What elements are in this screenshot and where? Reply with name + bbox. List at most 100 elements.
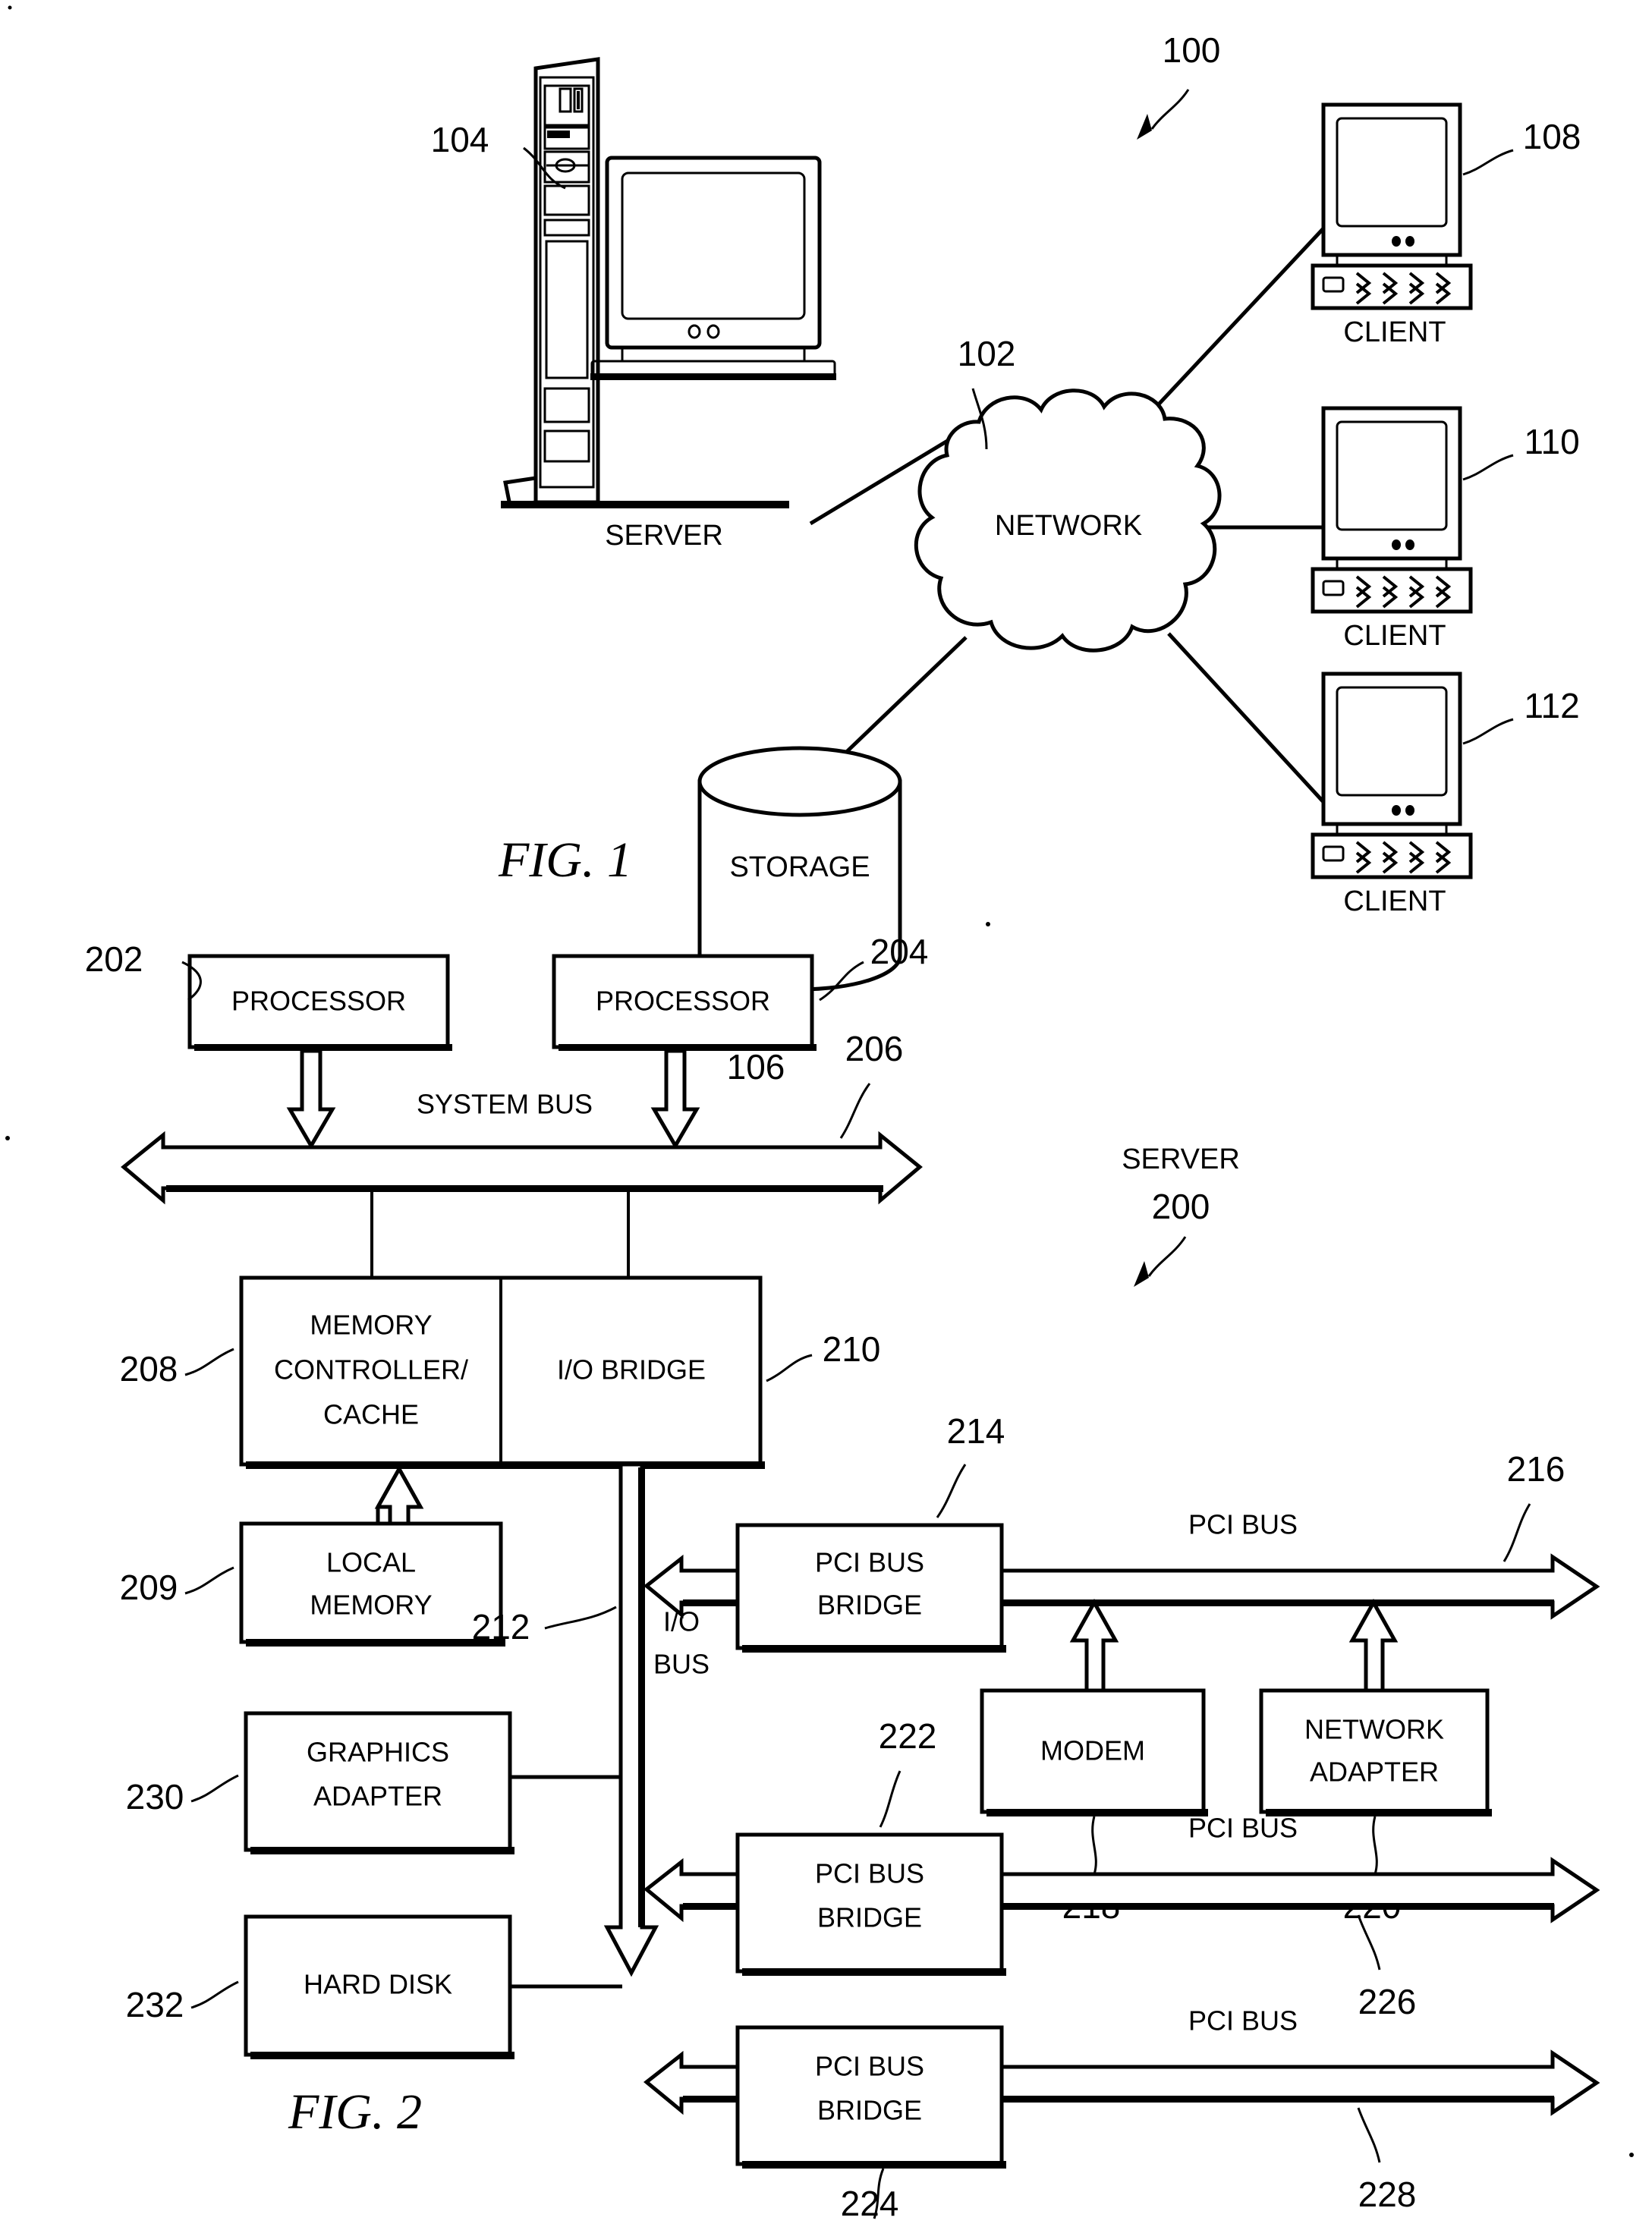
memctl-label-line3: CACHE (323, 1399, 419, 1430)
pcibus2-label: PCI BUS (1188, 1813, 1298, 1844)
ref-110: 110 (1524, 422, 1579, 461)
ref-212: 212 (472, 1607, 530, 1647)
leader-222 (879, 1770, 902, 1828)
iobus-arrow (603, 1462, 659, 1977)
arrowhead-100 (1137, 114, 1152, 140)
gfxadapter-label-line1: GRAPHICS (307, 1737, 449, 1768)
client1-led-1 (1392, 236, 1401, 247)
systembus-shadow (166, 1185, 883, 1192)
leader-100 (1150, 89, 1190, 130)
netadapter-shadow (1266, 1809, 1492, 1816)
system-100-callout: 100 (1137, 30, 1220, 140)
block-pci-bus-bridge-3: PCI BUS BRIDGE 224 (643, 2025, 1006, 2223)
network-caption: NETWORK (995, 510, 1142, 542)
network-cloud: NETWORK 102 (914, 334, 1222, 653)
gfxadapter-label-line2: ADAPTER (313, 1781, 442, 1812)
bus-pci-1: PCI BUS 216 (999, 1449, 1600, 1620)
leader-212 (544, 1606, 617, 1630)
server-bay-mark (577, 91, 580, 109)
scan-speck (8, 5, 12, 10)
patent-drawing-canvas: 104 SERVER NETWORK 102 STORAGE 106 CLIEN… (5, 5, 1634, 2223)
client2-monitor-case (1321, 406, 1462, 561)
ref-112: 112 (1524, 686, 1579, 725)
block-processor-1: PROCESSOR 202 (85, 939, 452, 1051)
ref-106: 106 (727, 1047, 785, 1087)
localmemory-shadow (246, 1639, 505, 1647)
processor2-label: PROCESSOR (596, 986, 770, 1017)
leader-208 (184, 1348, 234, 1376)
pcibus3-arrow (999, 2049, 1600, 2116)
ref-214: 214 (947, 1411, 1005, 1451)
pcibridge1-shadow (742, 1645, 1006, 1653)
localmemory-label-line2: MEMORY (310, 1590, 432, 1621)
ref-222: 222 (879, 1716, 937, 1756)
pcibridge1-box (735, 1523, 1004, 1650)
link-network-client3 (1167, 632, 1326, 804)
client2-caption: CLIENT (1343, 620, 1446, 652)
leader-216 (1503, 1503, 1531, 1562)
leader-228 (1357, 2107, 1381, 2163)
scan-speck-bottom (1629, 2153, 1634, 2157)
client-2-illustration: CLIENT 110 (1311, 406, 1580, 652)
pcibridge2-shadow (742, 1968, 1006, 1976)
ref-224: 224 (841, 2184, 899, 2223)
iobus-shadow (638, 1467, 645, 1927)
harddisk-shadow (250, 2052, 514, 2059)
pcibus1-shadow (1003, 1599, 1554, 1606)
ref-216: 216 (1507, 1449, 1565, 1489)
leader-232 (190, 1980, 239, 2009)
server-base-shadow (501, 501, 789, 508)
arrow-modem-to-pcibus1 (1069, 1598, 1119, 1693)
server-bay-2-mark (547, 131, 570, 138)
client2-led-2 (1405, 539, 1414, 550)
ref-102: 102 (958, 334, 1016, 373)
leader-209 (184, 1566, 234, 1595)
leader-110 (1462, 454, 1514, 481)
client3-led-1 (1392, 805, 1401, 816)
pcibus1-label: PCI BUS (1188, 1509, 1298, 1540)
processor1-label: PROCESSOR (231, 986, 406, 1017)
ref-230: 230 (126, 1777, 184, 1816)
leader-108 (1462, 149, 1514, 176)
pcibridge2-label-line2: BRIDGE (817, 1902, 922, 1933)
ref-210: 210 (823, 1329, 881, 1369)
block-memory-controller-and-io-bridge: MEMORY CONTROLLER/ CACHE I/O BRIDGE 208 … (120, 1275, 881, 1469)
ref-206: 206 (845, 1029, 904, 1068)
pcibus2-shadow (1003, 1903, 1554, 1910)
ref-104: 104 (431, 120, 489, 159)
server-monitor-neck (621, 346, 806, 363)
processor2-shadow (559, 1044, 817, 1051)
client1-monitor-case (1321, 102, 1462, 257)
pcibridge3-label-line1: PCI BUS (815, 2051, 924, 2082)
arrowhead-200 (1134, 1261, 1149, 1287)
leader-112 (1462, 718, 1514, 745)
client2-led-1 (1392, 539, 1401, 550)
modem-shadow (986, 1809, 1208, 1816)
ref-202: 202 (85, 939, 143, 979)
server-illustration: 104 SERVER (431, 57, 836, 552)
leader-220 (1372, 1816, 1378, 1875)
pcibridge1-label-line1: PCI BUS (815, 1547, 924, 1578)
bus-system: SYSTEM BUS 206 (121, 1029, 923, 1205)
leader-200 (1147, 1236, 1187, 1277)
leader-214 (936, 1464, 967, 1518)
client1-led-2 (1405, 236, 1414, 247)
ref-232: 232 (126, 1985, 184, 2024)
harddisk-label: HARD DISK (304, 1969, 452, 2000)
pcibridge3-label-line2: BRIDGE (817, 2095, 922, 2126)
ref-108: 108 (1523, 117, 1581, 156)
ref-228: 228 (1358, 2175, 1417, 2214)
ref-208: 208 (120, 1349, 178, 1389)
arrow-pcibridge1-shadow (683, 1599, 739, 1606)
pcibridge1-label-line2: BRIDGE (817, 1590, 922, 1621)
block-hard-disk: HARD DISK 232 (126, 1914, 622, 2059)
client1-caption: CLIENT (1343, 316, 1446, 348)
block-local-memory: LOCAL MEMORY 209 (120, 1464, 505, 1647)
server200-title: SERVER (1122, 1143, 1240, 1175)
block-graphics-adapter: GRAPHICS ADAPTER 230 (126, 1711, 622, 1854)
memctl-label-line1: MEMORY (310, 1310, 432, 1341)
localmemory-box (239, 1521, 503, 1644)
figure-2-label: FIG. 2 (288, 2084, 422, 2140)
netadapter-label-line2: ADAPTER (1310, 1757, 1439, 1788)
storage-caption: STORAGE (729, 851, 870, 883)
